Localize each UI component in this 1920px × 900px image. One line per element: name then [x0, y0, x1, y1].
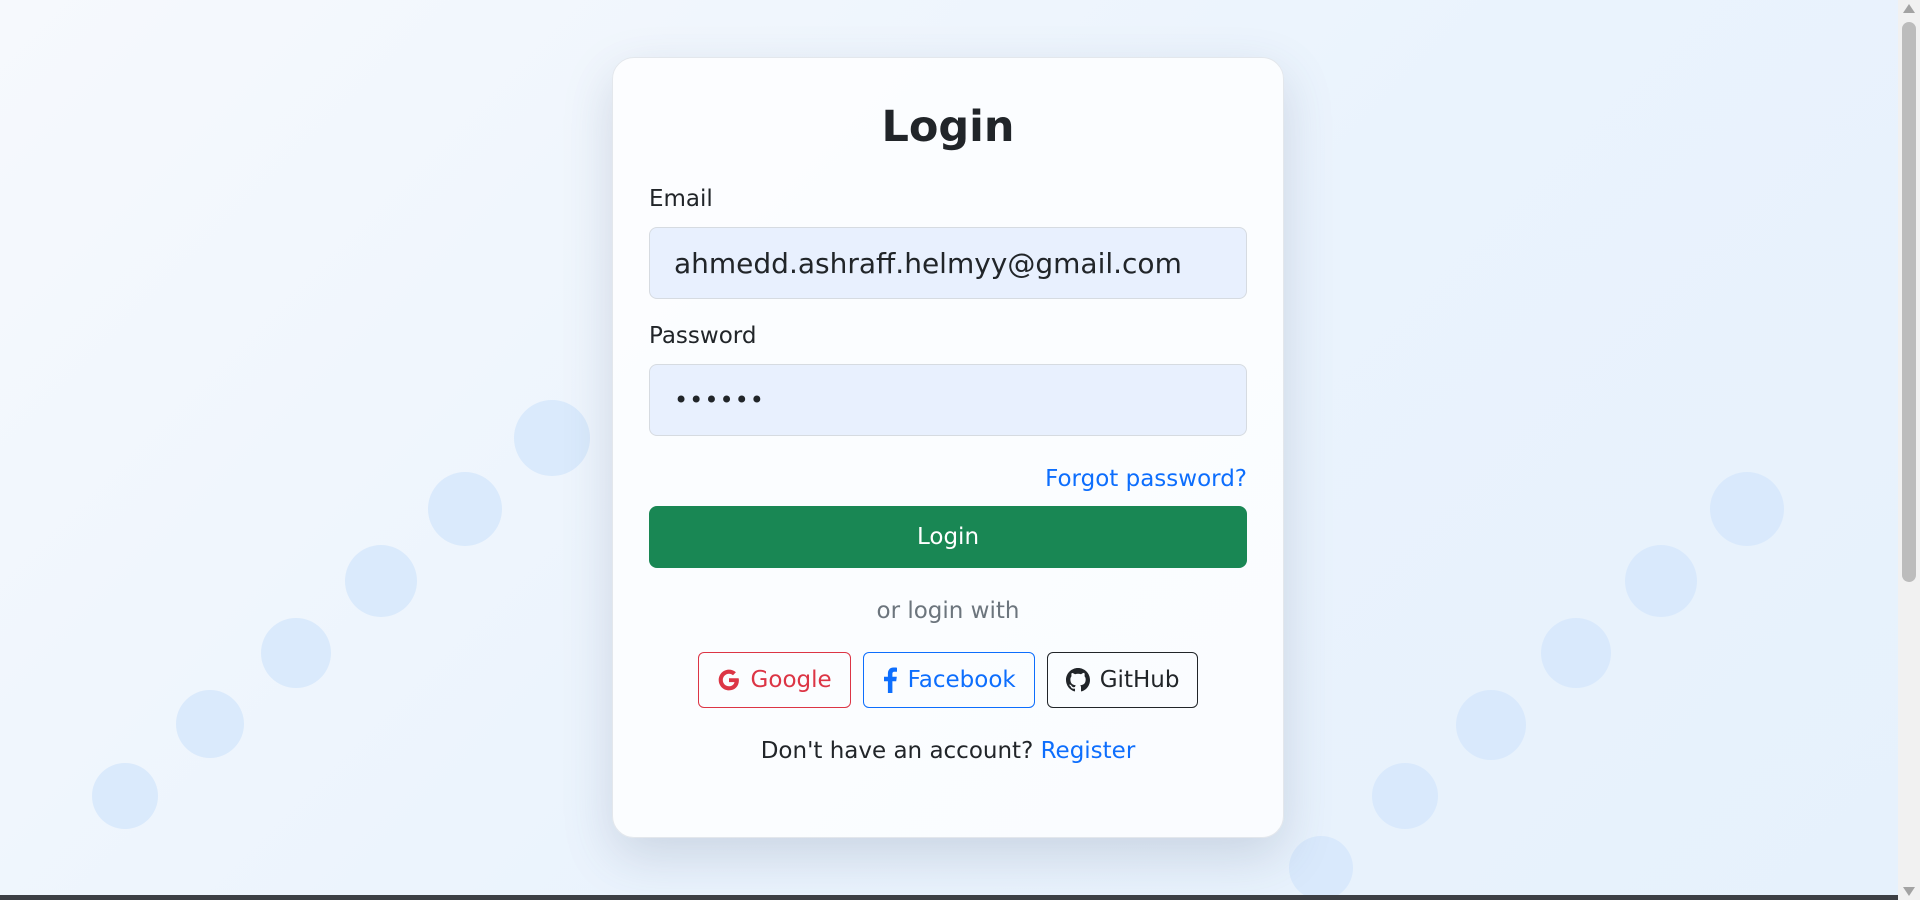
scroll-down-arrow-icon[interactable]	[1903, 887, 1915, 896]
scrollbar-thumb[interactable]	[1902, 22, 1916, 582]
social-login-buttons: Google Facebook GitHub	[649, 652, 1247, 708]
background-dot	[1710, 472, 1784, 546]
login-card: Login Email Password Forgot password? Lo…	[612, 57, 1284, 838]
social-divider-text: or login with	[876, 598, 1020, 624]
password-field[interactable]	[649, 364, 1247, 436]
forgot-password-link[interactable]: Forgot password?	[1045, 466, 1247, 492]
page-title: Login	[881, 102, 1015, 152]
background-dot	[1625, 545, 1697, 617]
background-dot	[345, 545, 417, 617]
github-button-label: GitHub	[1099, 667, 1180, 693]
register-link[interactable]: Register	[1041, 738, 1136, 764]
background-dot	[1289, 836, 1353, 900]
background-dot	[92, 763, 158, 829]
forgot-password-row: Forgot password?	[649, 464, 1247, 494]
background-dot	[514, 400, 590, 476]
email-field[interactable]	[649, 227, 1247, 299]
background-dot	[1372, 763, 1438, 829]
github-login-button[interactable]: GitHub	[1046, 652, 1199, 708]
background-dot	[261, 618, 331, 688]
password-label: Password	[649, 323, 757, 349]
register-row: Don't have an account? Register	[649, 736, 1247, 766]
facebook-login-button[interactable]: Facebook	[862, 652, 1035, 708]
facebook-icon	[882, 667, 898, 693]
facebook-button-label: Facebook	[907, 667, 1016, 693]
email-label: Email	[649, 186, 713, 212]
google-login-button[interactable]: Google	[697, 652, 851, 708]
background-dot	[428, 472, 502, 546]
background-dot	[176, 690, 244, 758]
scroll-up-arrow-icon[interactable]	[1903, 4, 1915, 13]
register-prompt: Don't have an account?	[760, 738, 1034, 764]
github-icon	[1065, 668, 1090, 692]
login-button[interactable]: Login	[649, 506, 1247, 568]
google-icon	[717, 668, 741, 692]
google-button-label: Google	[750, 667, 832, 693]
page-bottom-border	[0, 895, 1898, 900]
background-dot	[1456, 690, 1526, 760]
background-dot	[1541, 618, 1611, 688]
vertical-scrollbar[interactable]	[1898, 0, 1920, 900]
